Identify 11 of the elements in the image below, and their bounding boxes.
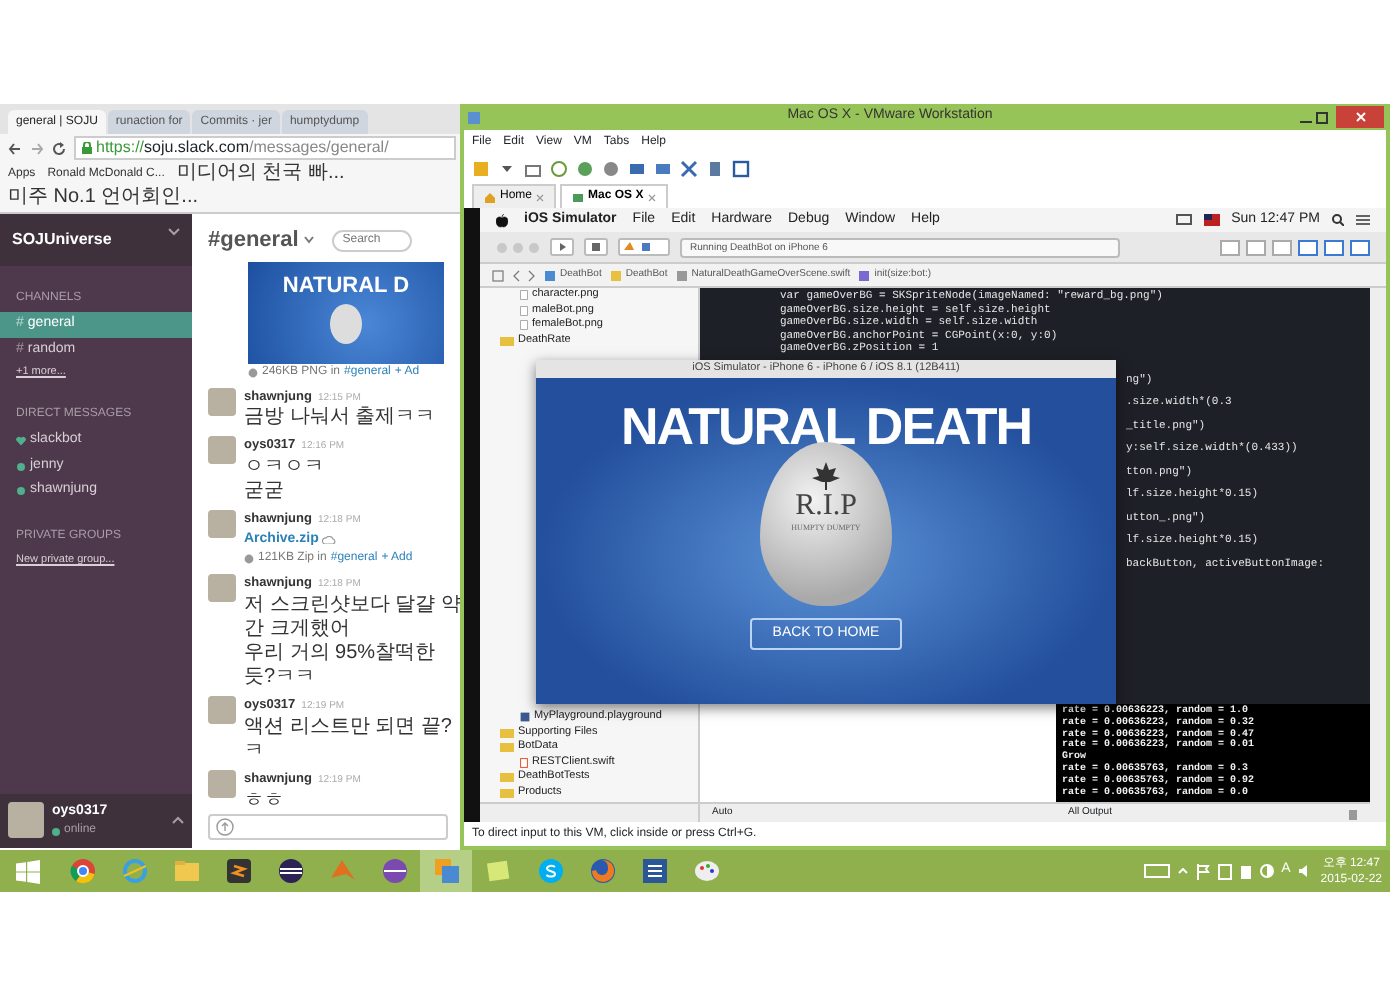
message-text: 액션 리스트만 되면 끝?ㅋ bbox=[244, 715, 454, 764]
game-headline: NATURAL DEATH bbox=[620, 398, 1032, 454]
message-text: ㅇㅋㅇㅋ bbox=[244, 456, 326, 481]
message-text: ㅎㅎ bbox=[244, 789, 286, 814]
message-text: 저 스크린샷보다 달걀 약간 크게했어 bbox=[244, 594, 463, 643]
channel-title: #general bbox=[208, 226, 299, 256]
message-text: 굳굳 bbox=[244, 480, 286, 505]
message-text: 금방 나눠서 출제ㅋㅋ bbox=[244, 406, 436, 431]
image-headline: NATURAL D bbox=[282, 273, 410, 299]
message-text: 우리 거의 95%찰떡한듯?ㅋㅋ bbox=[244, 642, 438, 691]
epitaph-text: R.I.P bbox=[795, 490, 857, 522]
